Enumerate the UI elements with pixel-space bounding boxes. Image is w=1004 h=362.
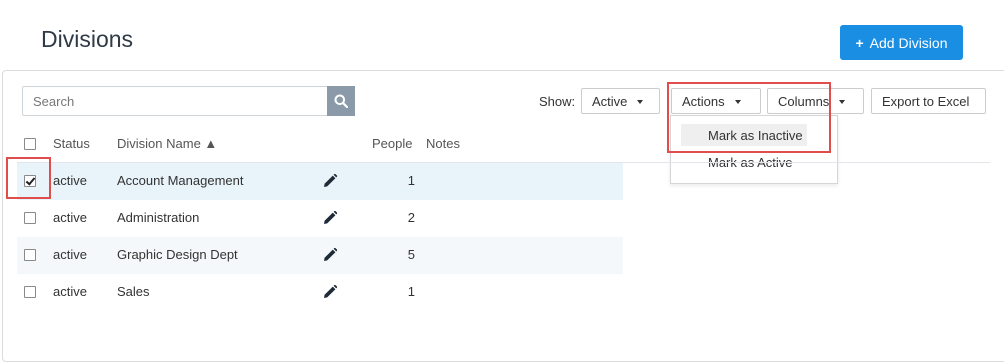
table-row[interactable]: active Sales 1	[17, 274, 623, 311]
edit-pencil-icon[interactable]	[322, 247, 338, 263]
row-people-count: 5	[407, 247, 415, 262]
search-box	[22, 86, 355, 116]
row-people-count: 2	[407, 210, 415, 225]
actions-highlight-box	[667, 82, 831, 153]
column-header-status[interactable]: Status	[53, 136, 90, 151]
row-status: active	[53, 210, 87, 225]
edit-pencil-icon[interactable]	[322, 284, 338, 300]
row-checkbox[interactable]	[24, 249, 36, 261]
search-input[interactable]	[23, 87, 326, 115]
search-icon	[334, 94, 348, 108]
row-division-name: Administration	[117, 210, 200, 225]
row-status: active	[53, 284, 87, 299]
row-people-count: 1	[407, 173, 415, 188]
row-division-name: Graphic Design Dept	[117, 247, 238, 262]
page-title: Divisions	[41, 26, 134, 52]
row-checkbox[interactable]	[24, 212, 36, 224]
show-filter-value: Active	[592, 93, 628, 109]
caret-down-icon	[637, 100, 644, 104]
show-filter-select[interactable]: Active	[581, 88, 660, 114]
search-button[interactable]	[327, 86, 355, 116]
plus-icon: +	[855, 34, 864, 51]
checkbox-highlight-box	[6, 157, 51, 199]
column-header-people[interactable]: People	[372, 136, 412, 151]
add-division-label: Add Division	[869, 34, 948, 51]
row-status: active	[53, 247, 87, 262]
export-label: Export to Excel	[882, 93, 970, 109]
row-status: active	[53, 173, 87, 188]
table-row[interactable]: active Administration 2	[17, 200, 623, 237]
row-division-name: Sales	[117, 284, 150, 299]
edit-pencil-icon[interactable]	[322, 173, 338, 189]
table-row[interactable]: active Account Management 1	[17, 163, 623, 200]
add-division-button[interactable]: + Add Division	[840, 25, 963, 60]
row-checkbox[interactable]	[24, 286, 36, 298]
export-excel-button[interactable]: Export to Excel	[871, 88, 986, 114]
row-people-count: 1	[407, 284, 415, 299]
select-all-checkbox[interactable]	[24, 138, 36, 150]
column-header-division-name[interactable]: Division Name ▲	[117, 136, 217, 151]
row-division-name: Account Management	[117, 173, 244, 188]
table-row[interactable]: active Graphic Design Dept 5	[17, 237, 623, 274]
show-filter-label: Show:	[539, 94, 576, 109]
caret-down-icon	[839, 100, 846, 104]
edit-pencil-icon[interactable]	[322, 210, 338, 226]
column-header-notes[interactable]: Notes	[426, 136, 460, 151]
